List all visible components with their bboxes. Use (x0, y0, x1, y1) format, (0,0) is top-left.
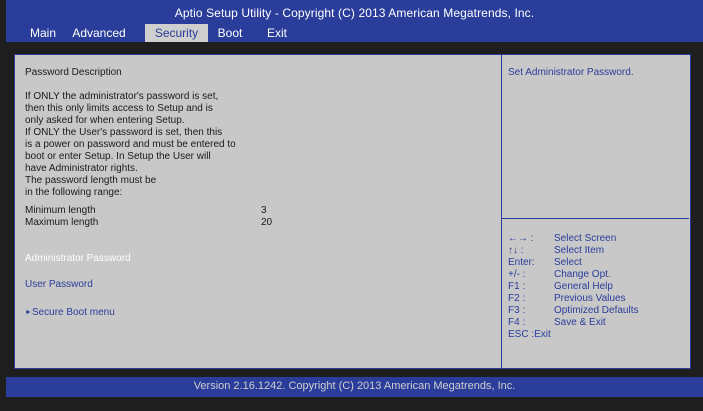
action-optimized-defaults: Optimized Defaults (554, 305, 639, 316)
description-line: If ONLY the User's password is set, then… (25, 127, 223, 138)
key-enter: Enter: (508, 257, 535, 268)
key-change-opt: +/- : (508, 269, 526, 280)
key-f2: F2 : (508, 293, 526, 304)
key-select-screen: ←→ : (508, 233, 534, 244)
bios-screen: Aptio Setup Utility - Copyright (C) 2013… (0, 0, 703, 411)
tab-boot[interactable]: Boot (212, 24, 248, 42)
tab-exit[interactable]: Exit (264, 24, 290, 42)
tab-advanced[interactable]: Advanced (68, 24, 130, 42)
min-length-label: Minimum length (25, 205, 96, 216)
help-pane: Set Administrator Password. ←→ : Select … (502, 55, 690, 368)
key-f4: F4 : (508, 317, 526, 328)
description-line: only asked for when entering Setup. (25, 115, 185, 126)
description-line: in the following range: (25, 187, 123, 198)
description-line: If ONLY the administrator's password is … (25, 91, 219, 102)
action-select-screen: Select Screen (554, 233, 617, 244)
tab-security[interactable]: Security (145, 24, 208, 42)
tab-bar: Main Advanced Security Boot Exit (6, 24, 703, 42)
action-general-help: General Help (554, 281, 613, 292)
help-text: Set Administrator Password. (508, 67, 634, 78)
header-bar: Aptio Setup Utility - Copyright (C) 2013… (6, 0, 703, 42)
action-change-opt: Change Opt. (554, 269, 611, 280)
user-password-item[interactable]: User Password (25, 279, 93, 290)
section-heading: Password Description (25, 67, 122, 78)
settings-pane: Password Description If ONLY the adminis… (15, 55, 502, 368)
help-divider (502, 218, 689, 219)
description-line: is a power on password and must be enter… (25, 139, 236, 150)
action-save-exit: Save & Exit (554, 317, 606, 328)
key-select-item: ↑↓ : (508, 245, 524, 256)
secure-boot-menu-item[interactable]: ►Secure Boot menu (25, 307, 115, 318)
description-line: have Administrator rights. (25, 163, 138, 174)
tab-main[interactable]: Main (26, 24, 60, 42)
key-esc-exit: ESC :Exit (508, 329, 551, 340)
key-f1: F1 : (508, 281, 526, 292)
administrator-password-item[interactable]: Administrator Password (25, 253, 131, 264)
version-text: Version 2.16.1242. Copyright (C) 2013 Am… (193, 380, 516, 392)
footer-bar: Version 2.16.1242. Copyright (C) 2013 Am… (6, 377, 703, 397)
action-previous-values: Previous Values (554, 293, 626, 304)
action-select: Select (554, 257, 582, 268)
min-length-value: 3 (261, 205, 267, 216)
app-title: Aptio Setup Utility - Copyright (C) 2013… (174, 6, 535, 20)
key-f3: F3 : (508, 305, 526, 316)
submenu-arrow-icon: ► (25, 309, 32, 316)
content-panel: Password Description If ONLY the adminis… (14, 54, 691, 369)
secure-boot-menu-label: Secure Boot menu (31, 307, 115, 318)
description-line: boot or enter Setup. In Setup the User w… (25, 151, 211, 162)
description-line: then this only limits access to Setup an… (25, 103, 213, 114)
action-select-item: Select Item (554, 245, 605, 256)
max-length-label: Maximum length (25, 217, 99, 228)
max-length-value: 20 (261, 217, 273, 228)
description-line: The password length must be (25, 175, 157, 186)
